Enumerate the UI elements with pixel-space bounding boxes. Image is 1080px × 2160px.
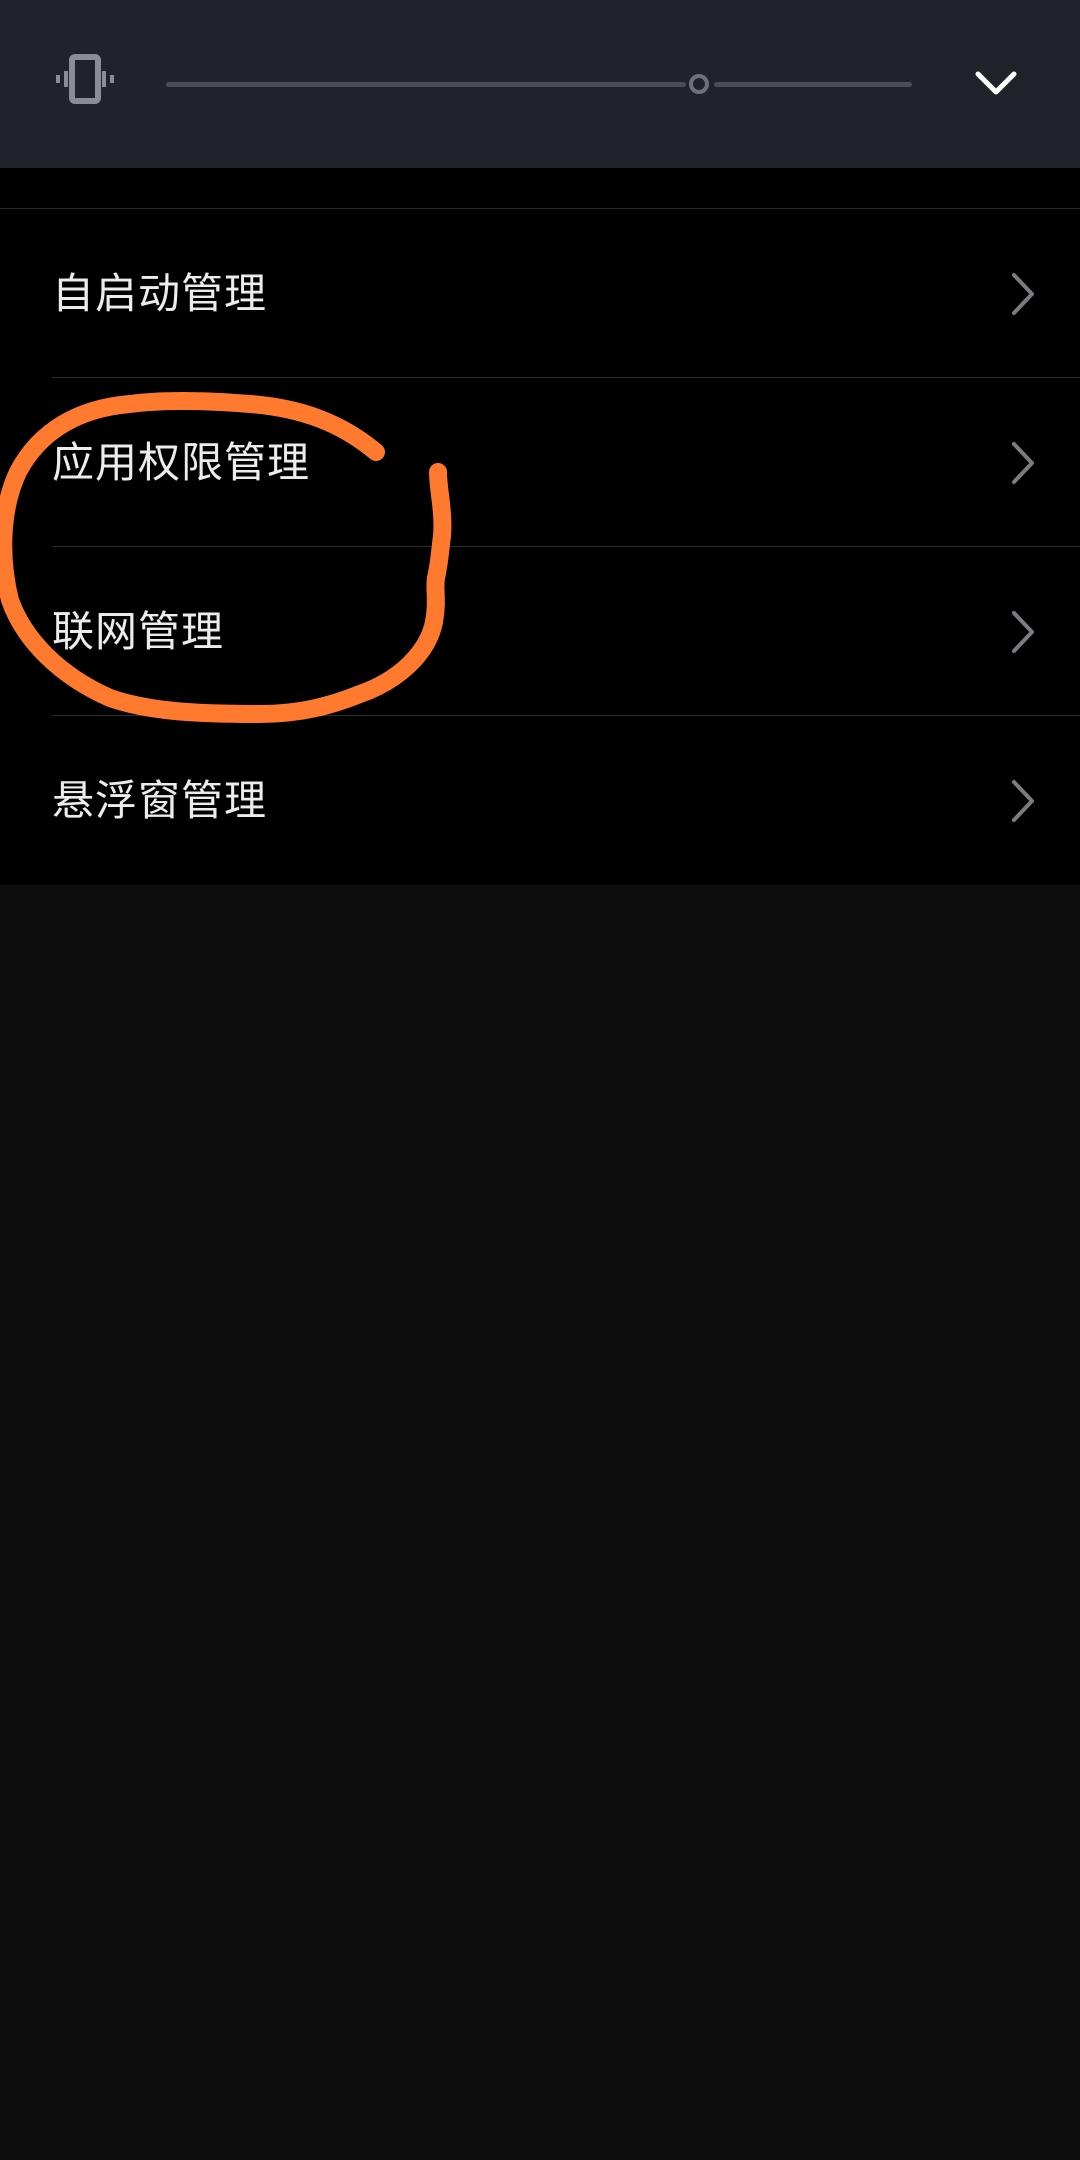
slider-track-empty [714,82,912,87]
slider-thumb[interactable] [688,73,710,95]
chevron-right-icon [1012,611,1034,653]
section-spacer [0,168,1080,209]
list-item-label: 自启动管理 [52,269,268,318]
chevron-down-icon[interactable] [968,58,1024,110]
list-item-label: 联网管理 [52,607,225,656]
list-item-autostart[interactable]: 自启动管理 [0,209,1080,378]
vibrate-icon[interactable] [50,54,120,114]
volume-panel [0,0,1080,168]
list-item-app-permissions[interactable]: 应用权限管理 [0,378,1080,547]
volume-slider[interactable] [166,71,912,97]
list-item-label: 应用权限管理 [52,438,311,487]
settings-list: 自启动管理 应用权限管理 联网管理 悬浮窗管理 [0,209,1080,885]
chevron-right-icon [1012,442,1034,484]
list-item-floating-window[interactable]: 悬浮窗管理 [0,716,1080,885]
list-item-label: 悬浮窗管理 [52,776,268,825]
chevron-right-icon [1012,273,1034,315]
chevron-right-icon [1012,780,1034,822]
list-item-network[interactable]: 联网管理 [0,547,1080,716]
slider-track-filled [166,82,686,87]
